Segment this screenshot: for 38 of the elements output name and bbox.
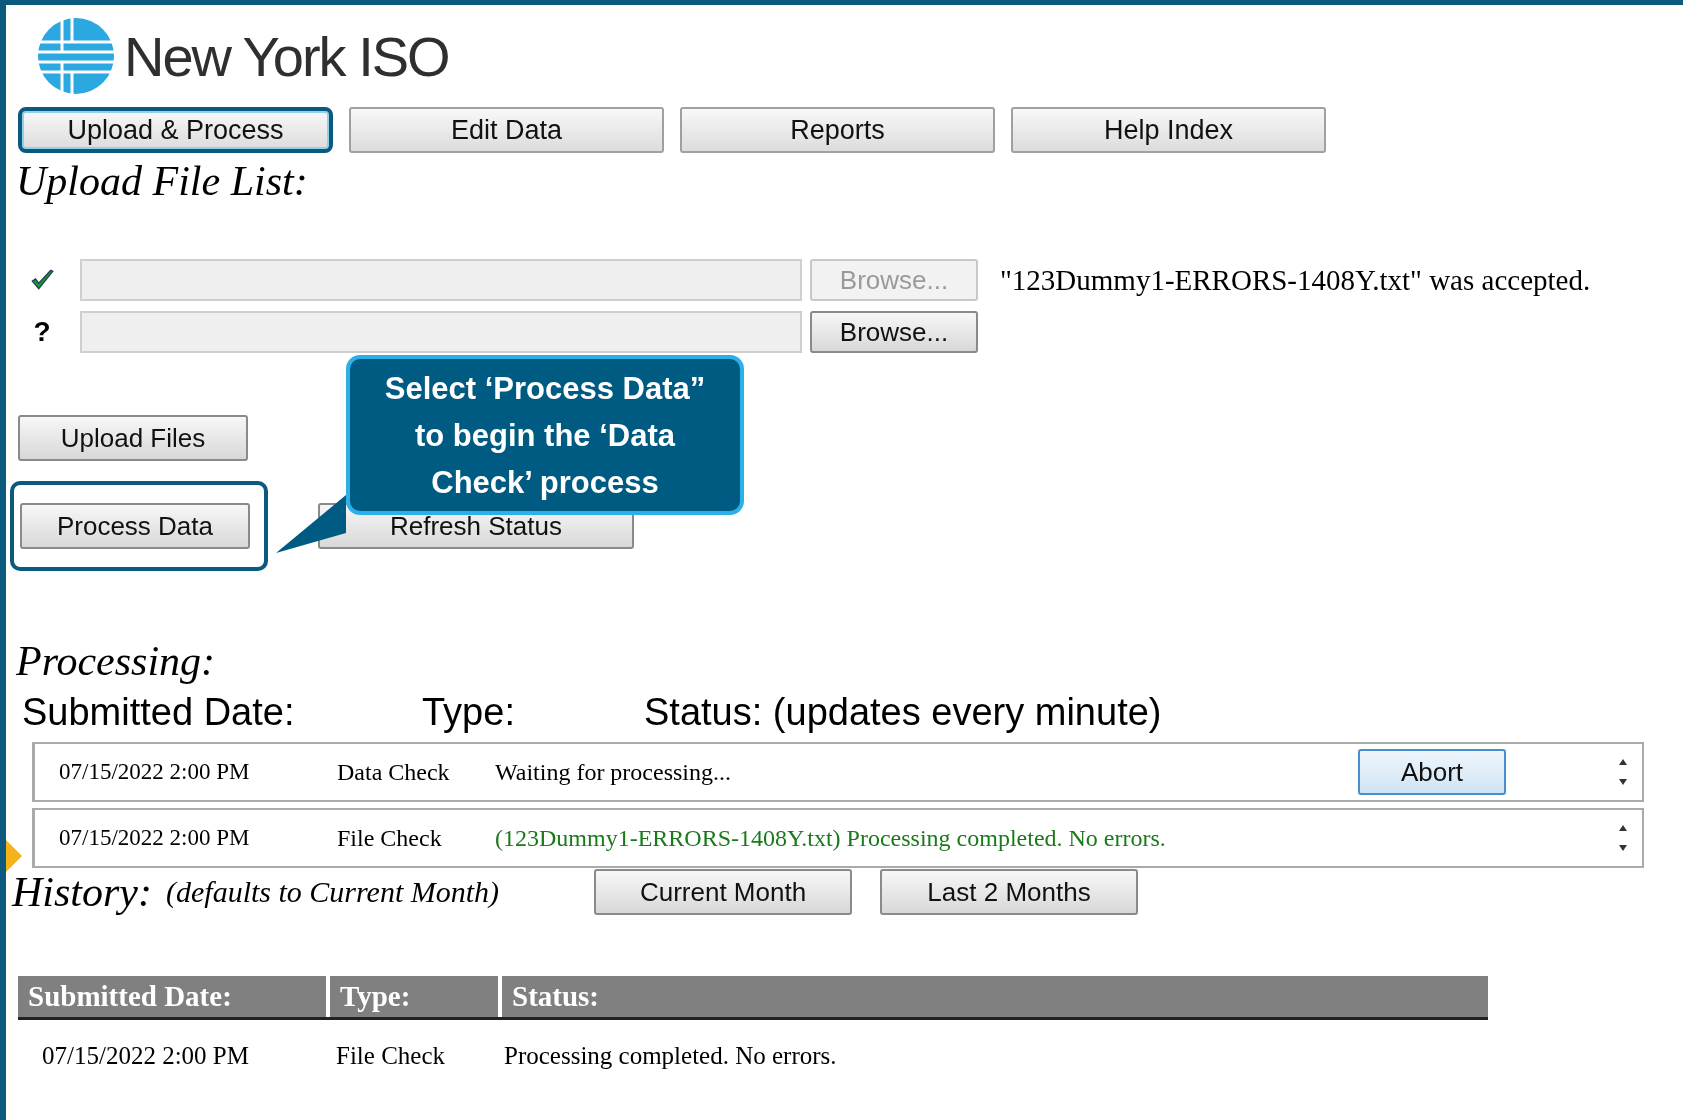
table-cell-text: 07/15/2022 2:00 PM bbox=[41, 1041, 250, 1070]
callout-text: Check’ process bbox=[431, 463, 659, 502]
browse-button[interactable]: Browse... bbox=[810, 311, 978, 353]
table-header: Submitted Date: bbox=[18, 976, 330, 1017]
nav-tab[interactable]: Reports bbox=[680, 107, 995, 153]
file-path-field[interactable] bbox=[80, 311, 802, 353]
logo-icon bbox=[36, 16, 116, 96]
history-range-button[interactable]: Last 2 Months bbox=[880, 869, 1138, 915]
nav-tab[interactable]: Edit Data bbox=[349, 107, 664, 153]
table-cell-text: Processing completed. No errors. bbox=[503, 1041, 838, 1070]
type-cell-text: File Check bbox=[337, 824, 443, 852]
date-cell-text: 07/15/2022 2:00 PM bbox=[58, 825, 251, 851]
process-data-button[interactable]: Process Data bbox=[20, 503, 250, 549]
callout-text: to begin the ‘Data bbox=[414, 416, 676, 455]
status-cell-text: Waiting for processing... bbox=[495, 758, 732, 786]
nav-tab[interactable]: Help Index bbox=[1011, 107, 1326, 153]
upload-files-button[interactable]: Upload Files bbox=[18, 415, 248, 461]
status-text: ? bbox=[33, 316, 51, 348]
history-range-button[interactable]: Current Month bbox=[594, 869, 852, 915]
table-header: Status: bbox=[511, 979, 600, 1014]
nav-tab[interactable]: Upload & Process bbox=[18, 107, 333, 153]
column-header: Submitted Date: bbox=[22, 691, 296, 734]
section-heading: Upload File List: bbox=[16, 157, 309, 205]
type-cell-text: Data Check bbox=[337, 758, 451, 786]
section-heading: History: bbox=[12, 868, 152, 916]
section-heading: Processing: bbox=[16, 637, 217, 685]
status-cell-text: (123Dummy1-ERRORS-1408Y.txt) Processing completed. No errors. bbox=[495, 824, 1167, 852]
history-note: (defaults to Current Month) bbox=[166, 875, 501, 909]
callout-text: Select ‘Process Data” bbox=[384, 369, 706, 408]
file-path-field[interactable] bbox=[80, 259, 802, 301]
table-header: Type: bbox=[330, 976, 502, 1017]
table-cell-text: File Check bbox=[335, 1041, 446, 1070]
abort-button[interactable]: Abort bbox=[1358, 749, 1506, 795]
date-cell-text: 07/15/2022 2:00 PM bbox=[58, 759, 251, 785]
column-header: Type: bbox=[422, 691, 516, 734]
column-header: Status: (updates every minute) bbox=[644, 691, 1162, 734]
upload-message: "123Dummy1-ERRORS-1408Y.txt" was accepted. bbox=[1000, 263, 1591, 297]
brand-name: New York ISO bbox=[124, 23, 449, 89]
